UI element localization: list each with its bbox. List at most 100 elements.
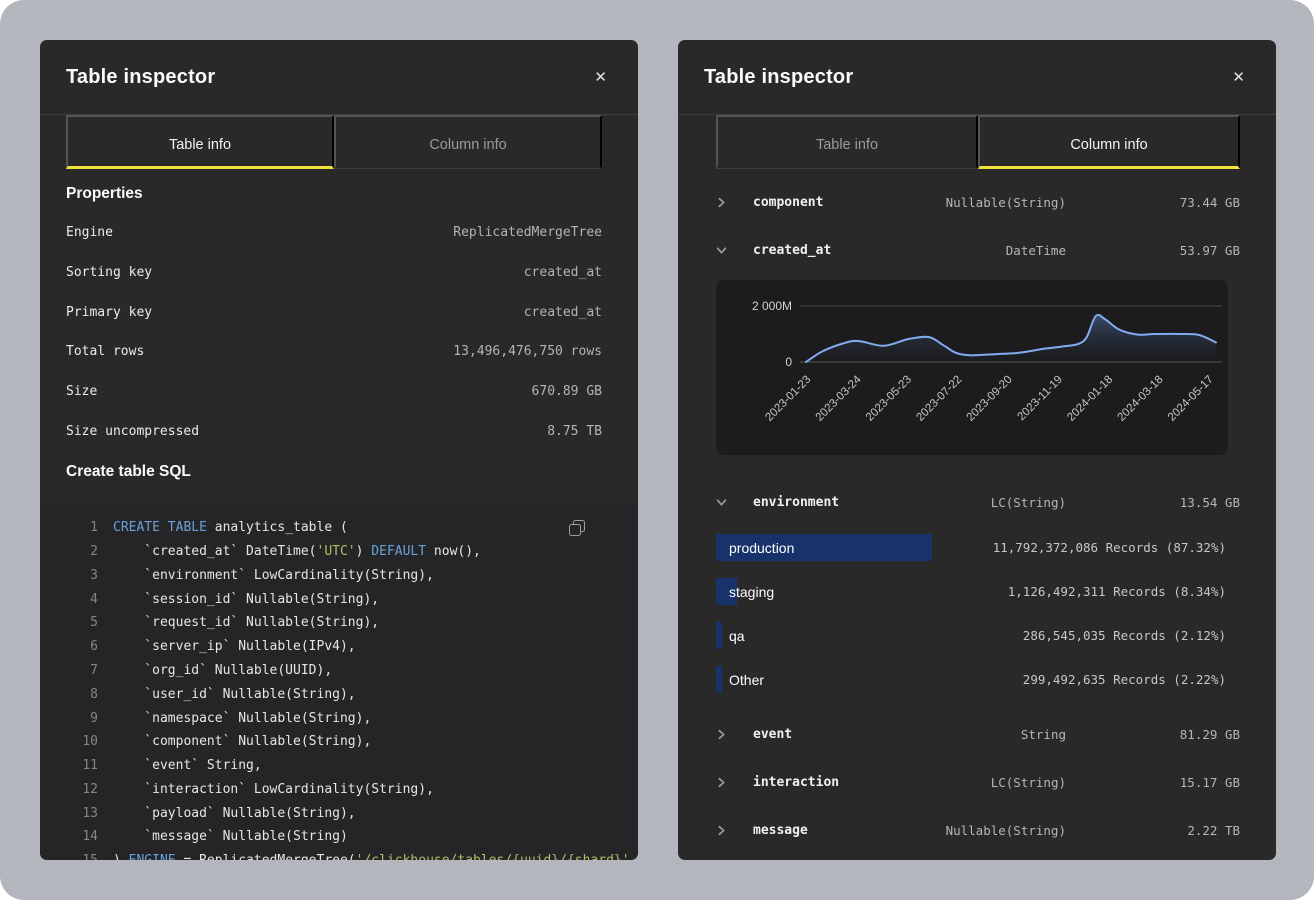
sql-code-line: 6 `server_ip` Nullable(IPv4), bbox=[40, 635, 638, 659]
x-tick-label: 2023-09-20 bbox=[965, 374, 1015, 424]
tab-table-info[interactable]: Table info bbox=[716, 115, 978, 169]
dialog-title: Table inspector bbox=[66, 66, 215, 89]
dialog-header: Table inspector ✕ bbox=[678, 40, 1276, 115]
column-type: Nullable(String) bbox=[913, 195, 1066, 210]
column-info-content: component Nullable(String) 73.44 GB crea… bbox=[678, 169, 1276, 854]
chevron-right-icon bbox=[716, 197, 727, 208]
y-tick-label: 0 bbox=[785, 355, 792, 369]
property-value: 8.75 TB bbox=[547, 424, 602, 439]
property-value: ReplicatedMergeTree bbox=[453, 225, 602, 240]
column-name: created_at bbox=[753, 243, 913, 258]
value-label: qa bbox=[729, 614, 745, 657]
sql-code-line: 5 `request_id` Nullable(String), bbox=[40, 611, 638, 635]
property-label: Primary key bbox=[66, 305, 152, 320]
value-label: Other bbox=[729, 658, 764, 701]
property-row: Engine ReplicatedMergeTree bbox=[66, 213, 602, 253]
property-value: created_at bbox=[524, 265, 602, 280]
page-background: Table inspector ✕ Table info Column info… bbox=[0, 0, 1314, 900]
sql-code-line: 9 `namespace` Nullable(String), bbox=[40, 707, 638, 731]
sql-code-line: 8 `user_id` Nullable(String), bbox=[40, 683, 638, 707]
column-row-message[interactable]: message Nullable(String) 2.22 TB bbox=[716, 806, 1240, 854]
chevron-down-icon bbox=[716, 497, 727, 508]
x-tick-label: 2024-03-18 bbox=[1116, 374, 1166, 424]
tab-bar: Table info Column info bbox=[66, 115, 602, 169]
column-name: interaction bbox=[753, 775, 913, 790]
dialog-title: Table inspector bbox=[704, 66, 853, 89]
close-button[interactable]: ✕ bbox=[590, 66, 611, 89]
x-tick-label: 2024-05-17 bbox=[1166, 374, 1216, 424]
property-row: Size 670.89 GB bbox=[66, 372, 602, 412]
sql-code-line: 13 `payload` Nullable(String), bbox=[40, 802, 638, 826]
column-type: LC(String) bbox=[913, 495, 1066, 510]
column-row-component[interactable]: component Nullable(String) 73.44 GB bbox=[716, 178, 1240, 226]
property-row: Total rows 13,496,476,750 rows bbox=[66, 332, 602, 372]
property-value: 13,496,476,750 rows bbox=[453, 344, 602, 359]
table-info-content: Properties Engine ReplicatedMergeTree So… bbox=[40, 181, 638, 860]
column-size: 73.44 GB bbox=[1066, 195, 1240, 210]
column-type: LC(String) bbox=[913, 775, 1066, 790]
sql-code: 1CREATE TABLE analytics_table (2 `create… bbox=[40, 516, 638, 860]
column-row-event[interactable]: event String 81.29 GB bbox=[716, 710, 1240, 758]
create-table-sql-heading: Create table SQL bbox=[66, 459, 602, 485]
property-label: Size uncompressed bbox=[66, 424, 199, 439]
value-records: 11,792,372,086 Records (87.32%) bbox=[993, 526, 1226, 569]
column-row-interaction[interactable]: interaction LC(String) 15.17 GB bbox=[716, 758, 1240, 806]
chevron-right-icon bbox=[716, 777, 727, 788]
x-tick-label: 2023-11-19 bbox=[1016, 374, 1065, 423]
column-name: message bbox=[753, 823, 913, 838]
sql-code-line: 12 `interaction` LowCardinality(String), bbox=[40, 778, 638, 802]
column-type: DateTime bbox=[913, 243, 1066, 258]
sql-code-block: 1CREATE TABLE analytics_table (2 `create… bbox=[40, 503, 638, 860]
value-row: Other 299,492,635 Records (2.22%) bbox=[716, 658, 1240, 702]
created-at-distribution-chart: 2 000M02023-01-232023-03-242023-05-23202… bbox=[716, 280, 1228, 455]
property-row: Primary key created_at bbox=[66, 292, 602, 332]
value-records: 1,126,492,311 Records (8.34%) bbox=[1008, 570, 1226, 613]
column-size: 81.29 GB bbox=[1066, 727, 1240, 742]
close-button[interactable]: ✕ bbox=[1228, 66, 1249, 89]
column-name: event bbox=[753, 727, 913, 742]
chevron-right-icon bbox=[716, 729, 727, 740]
property-label: Sorting key bbox=[66, 265, 152, 280]
sql-code-line: 10 `component` Nullable(String), bbox=[40, 730, 638, 754]
property-label: Engine bbox=[66, 225, 113, 240]
sql-code-line: 11 `event` String, bbox=[40, 754, 638, 778]
area-chart-svg: 2 000M02023-01-232023-03-242023-05-23202… bbox=[716, 280, 1228, 455]
column-size: 13.54 GB bbox=[1066, 495, 1240, 510]
x-tick-label: 2023-05-23 bbox=[864, 374, 914, 424]
y-tick-label: 2 000M bbox=[752, 299, 792, 313]
chevron-right-icon bbox=[716, 825, 727, 836]
column-size: 53.97 GB bbox=[1066, 243, 1240, 258]
tab-table-info[interactable]: Table info bbox=[66, 115, 334, 169]
environment-value-breakdown: production 11,792,372,086 Records (87.32… bbox=[716, 526, 1240, 702]
table-inspector-dialog-right: Table inspector ✕ Table info Column info… bbox=[678, 40, 1276, 860]
value-bar bbox=[716, 666, 722, 693]
table-inspector-dialog-left: Table inspector ✕ Table info Column info… bbox=[40, 40, 638, 860]
value-label: staging bbox=[729, 570, 774, 613]
value-row: qa 286,545,035 Records (2.12%) bbox=[716, 614, 1240, 658]
chevron-down-icon bbox=[716, 245, 727, 256]
x-tick-label: 2023-01-23 bbox=[763, 374, 813, 424]
property-row: Size uncompressed 8.75 TB bbox=[66, 411, 602, 451]
tab-column-info[interactable]: Column info bbox=[978, 115, 1240, 169]
value-records: 286,545,035 Records (2.12%) bbox=[1023, 614, 1226, 657]
copy-icon[interactable] bbox=[566, 517, 588, 539]
properties-heading: Properties bbox=[66, 181, 602, 207]
x-tick-label: 2023-07-22 bbox=[914, 374, 964, 424]
column-row-environment[interactable]: environment LC(String) 13.54 GB bbox=[716, 478, 1240, 526]
value-bar bbox=[716, 622, 722, 649]
sql-code-line: 4 `session_id` Nullable(String), bbox=[40, 588, 638, 612]
value-label: production bbox=[729, 526, 794, 569]
column-row-created-at[interactable]: created_at DateTime 53.97 GB bbox=[716, 226, 1240, 274]
sql-code-line: 15) ENGINE = ReplicatedMergeTree('/click… bbox=[40, 849, 638, 860]
sql-code-line: 1CREATE TABLE analytics_table ( bbox=[40, 516, 638, 540]
sql-code-line: 14 `message` Nullable(String) bbox=[40, 825, 638, 849]
sql-code-line: 7 `org_id` Nullable(UUID), bbox=[40, 659, 638, 683]
sql-code-line: 2 `created_at` DateTime('UTC') DEFAULT n… bbox=[40, 540, 638, 564]
tab-column-info[interactable]: Column info bbox=[334, 115, 602, 169]
value-row: production 11,792,372,086 Records (87.32… bbox=[716, 526, 1240, 570]
value-records: 299,492,635 Records (2.22%) bbox=[1023, 658, 1226, 701]
column-type: Nullable(String) bbox=[913, 823, 1066, 838]
property-value: created_at bbox=[524, 305, 602, 320]
property-row: Sorting key created_at bbox=[66, 253, 602, 293]
column-size: 2.22 TB bbox=[1066, 823, 1240, 838]
